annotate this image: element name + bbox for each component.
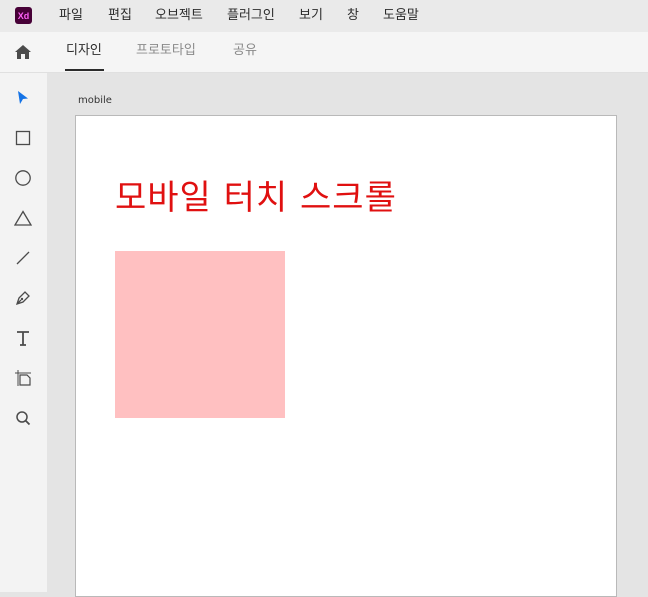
menu-help[interactable]: 도움말 <box>383 0 419 32</box>
menu-edit[interactable]: 편집 <box>108 0 132 32</box>
home-icon[interactable] <box>13 42 33 62</box>
artboard-icon[interactable] <box>13 368 33 388</box>
polygon-icon[interactable] <box>13 208 33 228</box>
menu-file[interactable]: 파일 <box>59 0 83 32</box>
mode-tab-bar: 디자인 프로토타입 공유 <box>0 32 648 73</box>
pen-icon[interactable] <box>13 288 33 308</box>
pink-rectangle[interactable] <box>115 251 285 418</box>
tab-design[interactable]: 디자인 <box>66 32 102 72</box>
menu-bar: Xd 파일 편집 오브젝트 플러그인 보기 창 도움말 <box>0 0 648 32</box>
zoom-icon[interactable] <box>13 408 33 428</box>
tool-bar <box>0 73 47 592</box>
artboard-name-label[interactable]: mobile <box>78 95 112 106</box>
menu-window[interactable]: 창 <box>347 0 359 32</box>
menu-view[interactable]: 보기 <box>299 0 323 32</box>
tab-prototype[interactable]: 프로토타입 <box>136 32 196 72</box>
menu-plugins[interactable]: 플러그인 <box>227 0 275 32</box>
select-icon[interactable] <box>13 88 33 108</box>
line-icon[interactable] <box>13 248 33 268</box>
ellipse-icon[interactable] <box>13 168 33 188</box>
active-tab-indicator <box>65 69 104 71</box>
tab-share[interactable]: 공유 <box>233 32 257 72</box>
xd-logo-icon: Xd <box>15 7 32 24</box>
artboard-title-text[interactable]: 모바일 터치 스크롤 <box>115 170 397 219</box>
text-icon[interactable] <box>13 328 33 348</box>
rectangle-icon[interactable] <box>13 128 33 148</box>
menu-object[interactable]: 오브젝트 <box>155 0 203 32</box>
